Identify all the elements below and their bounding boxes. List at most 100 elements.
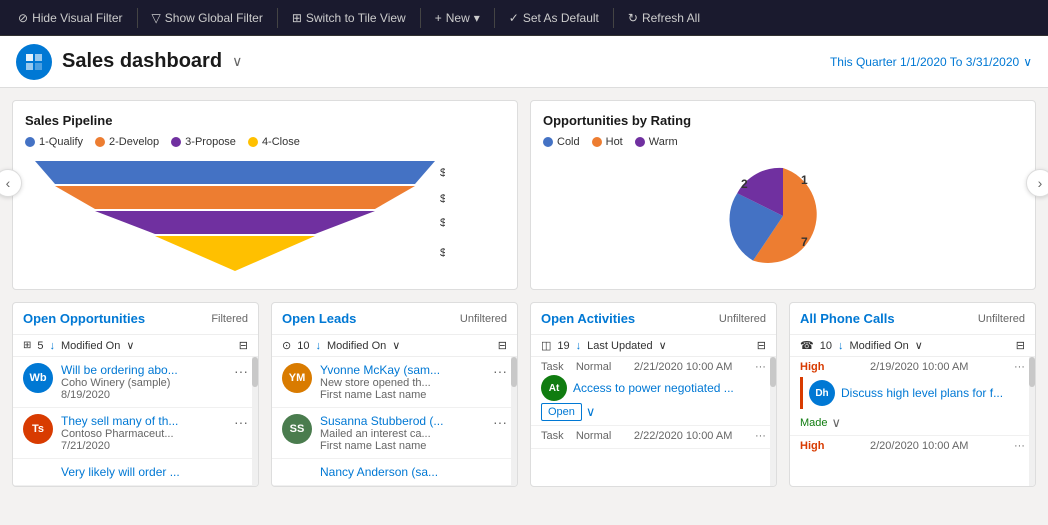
refresh-all-button[interactable]: ↻ Refresh All — [620, 7, 708, 29]
item-content: Very likely will order ... — [61, 465, 248, 479]
sales-pipeline-title: Sales Pipeline — [25, 113, 505, 128]
sort-down-icon[interactable]: ↓ — [576, 340, 582, 352]
all-phone-calls-title: All Phone Calls — [800, 311, 895, 326]
svg-text:1: 1 — [801, 173, 808, 187]
grid-small-icon: ⊞ — [23, 340, 31, 351]
list-item: Task Normal 2/21/2020 10:00 AM ··· At Ac… — [531, 357, 776, 426]
scrollbar-thumb[interactable] — [252, 357, 258, 387]
sort-chevron-icon[interactable]: ∨ — [392, 339, 400, 352]
priority-label: High — [800, 440, 824, 452]
priority-label: High — [800, 361, 824, 373]
open-leads-body: YM Yvonne McKay (sam... New store opened… — [272, 357, 517, 486]
funnel-chart: $25,000.00 $55,000.00 $36,000.00 $188,00… — [25, 156, 445, 271]
sort-down-icon[interactable]: ↓ — [315, 340, 321, 352]
activity-content: At Access to power negotiated ... — [541, 375, 766, 401]
open-opportunities-subheader: ⊞ 5 ↓ Modified On ∨ ⊟ — [13, 335, 258, 357]
avatar: At — [541, 375, 567, 401]
activities-icon: ◫ — [541, 339, 551, 352]
more-options-icon[interactable]: ··· — [493, 363, 507, 379]
legend-hot: Hot — [592, 136, 623, 148]
avatar: Dh — [809, 380, 835, 406]
svg-text:$25,000.00: $25,000.00 — [440, 167, 445, 179]
svg-text:$36,000.00: $36,000.00 — [440, 217, 445, 229]
plus-icon: + — [435, 11, 442, 25]
hide-visual-filter-button[interactable]: ⊘ Hide Visual Filter — [10, 7, 131, 29]
more-options-icon[interactable]: ··· — [1014, 361, 1025, 373]
funnel-icon: ▽ — [152, 11, 161, 25]
list-item: Ts They sell many of th... Contoso Pharm… — [13, 408, 258, 459]
divider-3 — [420, 8, 421, 28]
divider-1 — [137, 8, 138, 28]
avatar: Wb — [23, 363, 53, 393]
app-logo — [16, 44, 52, 80]
status-chevron-icon[interactable]: ∨ — [832, 415, 842, 431]
new-chevron-icon: ▾ — [474, 11, 480, 25]
open-activities-card: Open Activities Unfiltered ◫ 19 ↓ Last U… — [530, 302, 777, 487]
pie-chart: 1 2 7 — [683, 156, 883, 266]
open-opportunities-badge: Filtered — [211, 313, 248, 325]
sales-pipeline-card: Sales Pipeline 1-Qualify 2-Develop 3-Pro… — [12, 100, 518, 290]
list-item: Task Normal 2/22/2020 10:00 AM ··· — [531, 426, 776, 449]
nav-arrow-right[interactable]: › — [1026, 169, 1048, 197]
legend-develop: 2-Develop — [95, 136, 159, 148]
new-button[interactable]: + New ▾ — [427, 7, 488, 29]
filter-config-icon[interactable]: ⊟ — [757, 339, 766, 352]
scrollbar-track[interactable] — [252, 357, 258, 486]
call-title[interactable]: Discuss high level plans for f... — [841, 386, 1025, 400]
scrollbar-thumb[interactable] — [770, 357, 776, 387]
leads-icon: ⊙ — [282, 339, 291, 352]
sort-down-icon[interactable]: ↓ — [838, 340, 844, 352]
page-title: Sales dashboard — [62, 50, 222, 73]
more-options-icon[interactable]: ··· — [234, 414, 248, 430]
switch-tile-view-button[interactable]: ⊞ Switch to Tile View — [284, 7, 414, 29]
more-options-icon[interactable]: ··· — [1014, 440, 1025, 452]
open-activities-subheader: ◫ 19 ↓ Last Updated ∨ ⊟ — [531, 335, 776, 357]
svg-text:2: 2 — [741, 177, 748, 191]
grid-icon: ⊞ — [292, 11, 302, 25]
more-options-icon[interactable]: ··· — [755, 361, 766, 373]
opportunities-rating-card: Opportunities by Rating Cold Hot Warm — [530, 100, 1036, 290]
open-opportunities-card: Open Opportunities Filtered ⊞ 5 ↓ Modifi… — [12, 302, 259, 487]
set-as-default-button[interactable]: ✓ Set As Default — [501, 7, 607, 29]
cards-row: Open Opportunities Filtered ⊞ 5 ↓ Modifi… — [12, 302, 1036, 487]
activity-meta: Task Normal 2/21/2020 10:00 AM ··· — [541, 361, 766, 373]
item-content: Nancy Anderson (sa... — [320, 465, 507, 479]
list-item: YM Yvonne McKay (sam... New store opened… — [272, 357, 517, 408]
priority-bar-red — [800, 377, 803, 409]
divider-5 — [613, 8, 614, 28]
filter-config-icon[interactable]: ⊟ — [239, 339, 248, 352]
scrollbar-thumb[interactable] — [1029, 357, 1035, 387]
status-chevron-icon[interactable]: ∨ — [586, 404, 596, 420]
more-options-icon[interactable]: ··· — [234, 363, 248, 379]
item-content: Will be ordering abo... Coho Winery (sam… — [61, 363, 226, 401]
all-phone-calls-body: High 2/19/2020 10:00 AM ··· Dh Discuss h… — [790, 357, 1035, 486]
filter-config-icon[interactable]: ⊟ — [498, 339, 507, 352]
filter-config-icon[interactable]: ⊟ — [1016, 339, 1025, 352]
date-chevron-icon: ∨ — [1023, 55, 1032, 69]
more-options-icon[interactable]: ··· — [755, 430, 766, 442]
sort-chevron-icon[interactable]: ∨ — [915, 339, 923, 352]
title-chevron-icon[interactable]: ∨ — [232, 53, 242, 70]
header-bar: Sales dashboard ∨ This Quarter 1/1/2020 … — [0, 36, 1048, 88]
activity-status[interactable]: Open — [541, 403, 582, 421]
scrollbar-track[interactable] — [770, 357, 776, 486]
legend-close: 4-Close — [248, 136, 300, 148]
scrollbar-track[interactable] — [1029, 357, 1035, 486]
open-opportunities-body: Wb Will be ordering abo... Coho Winery (… — [13, 357, 258, 486]
sort-chevron-icon[interactable]: ∨ — [659, 339, 667, 352]
divider-4 — [494, 8, 495, 28]
legend-warm: Warm — [635, 136, 678, 148]
show-global-filter-button[interactable]: ▽ Show Global Filter — [144, 7, 271, 29]
list-item: Nancy Anderson (sa... — [272, 459, 517, 486]
list-item: Wb Will be ordering abo... Coho Winery (… — [13, 357, 258, 408]
more-options-icon[interactable]: ··· — [493, 414, 507, 430]
legend-qualify: 1-Qualify — [25, 136, 83, 148]
sort-down-icon[interactable]: ↓ — [50, 340, 56, 352]
date-range-selector[interactable]: This Quarter 1/1/2020 To 3/31/2020 ∨ — [830, 55, 1032, 69]
sort-chevron-icon[interactable]: ∨ — [126, 339, 134, 352]
scrollbar-thumb[interactable] — [511, 357, 517, 387]
open-activities-header: Open Activities Unfiltered — [531, 303, 776, 335]
svg-text:7: 7 — [801, 235, 808, 249]
open-opportunities-title: Open Opportunities — [23, 311, 145, 326]
scrollbar-track[interactable] — [511, 357, 517, 486]
